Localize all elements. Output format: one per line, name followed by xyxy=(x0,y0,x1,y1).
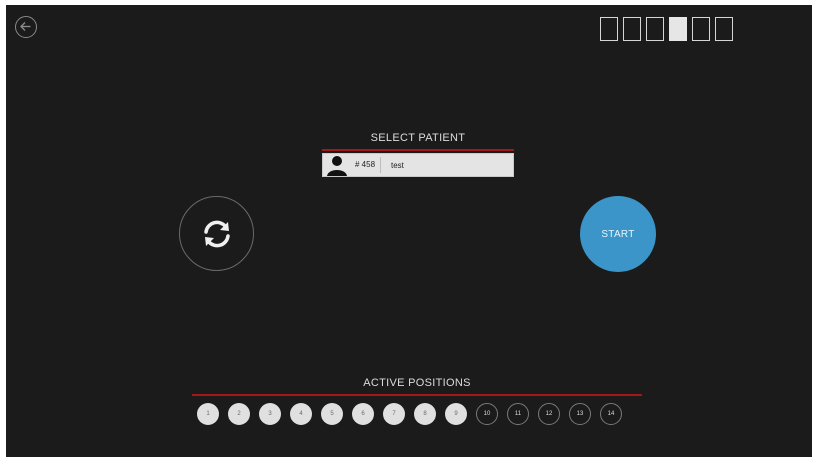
position-toggle-1[interactable]: 1 xyxy=(197,403,219,425)
select-patient-title: SELECT PATIENT xyxy=(370,132,466,144)
position-toggle-14[interactable]: 14 xyxy=(600,403,622,425)
active-positions-divider xyxy=(192,394,642,396)
start-label: START xyxy=(601,228,635,240)
progress-step xyxy=(669,17,687,41)
progress-step xyxy=(646,17,664,41)
patient-name: test xyxy=(391,160,404,170)
progress-step xyxy=(600,17,618,41)
position-toggle-9[interactable]: 9 xyxy=(445,403,467,425)
position-toggle-11[interactable]: 11 xyxy=(507,403,529,425)
position-toggle-10[interactable]: 10 xyxy=(476,403,498,425)
position-toggle-7[interactable]: 7 xyxy=(383,403,405,425)
select-patient-divider xyxy=(322,149,514,151)
position-toggle-4[interactable]: 4 xyxy=(290,403,312,425)
progress-step xyxy=(623,17,641,41)
progress-steps xyxy=(600,17,733,41)
position-toggle-13[interactable]: 13 xyxy=(569,403,591,425)
position-selector: 1 2 3 4 5 6 7 8 9 10 11 12 13 14 xyxy=(197,403,622,425)
position-toggle-3[interactable]: 3 xyxy=(259,403,281,425)
position-toggle-12[interactable]: 12 xyxy=(538,403,560,425)
active-positions-title: ACTIVE POSITIONS xyxy=(363,377,471,389)
position-toggle-8[interactable]: 8 xyxy=(414,403,436,425)
progress-step xyxy=(692,17,710,41)
patient-id: # 458 xyxy=(355,157,381,173)
progress-step xyxy=(715,17,733,41)
refresh-button[interactable] xyxy=(179,196,254,271)
position-toggle-5[interactable]: 5 xyxy=(321,403,343,425)
back-button[interactable] xyxy=(15,16,37,38)
position-toggle-6[interactable]: 6 xyxy=(352,403,374,425)
position-toggle-2[interactable]: 2 xyxy=(228,403,250,425)
app-screen: SELECT PATIENT # 458 test START ACTIVE P… xyxy=(6,5,812,457)
user-silhouette-icon xyxy=(325,154,355,176)
start-button[interactable]: START xyxy=(580,196,656,272)
patient-list-item[interactable]: # 458 test xyxy=(322,153,514,177)
